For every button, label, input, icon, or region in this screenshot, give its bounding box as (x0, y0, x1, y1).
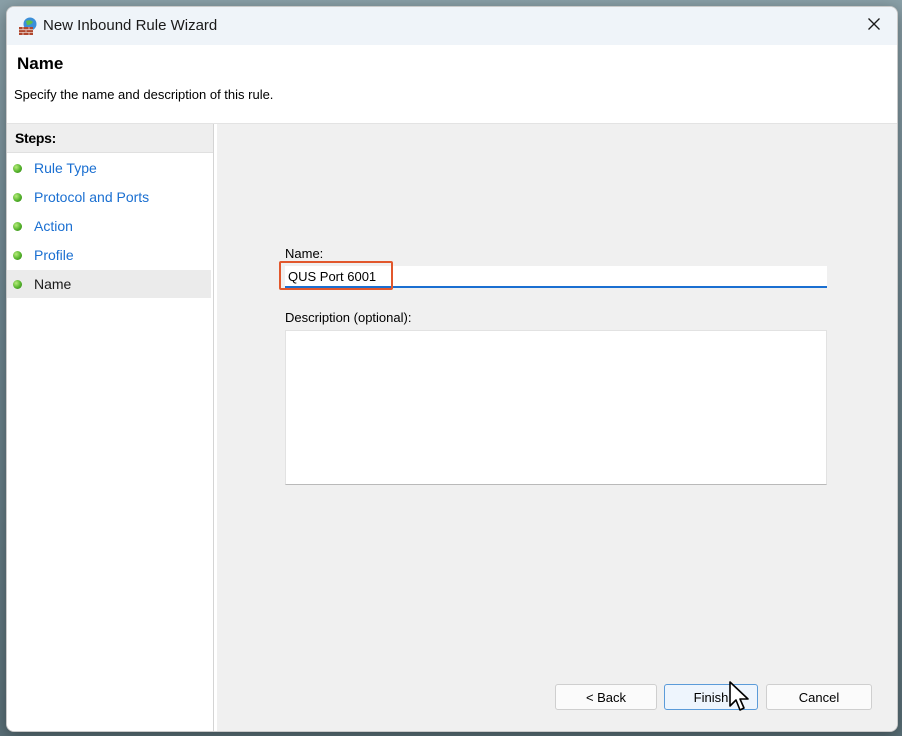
step-rule-type[interactable]: Rule Type (7, 154, 211, 182)
steps-panel: Steps: Rule Type Protocol and Ports Acti… (7, 124, 214, 731)
step-label[interactable]: Profile (34, 247, 74, 263)
step-label: Name (34, 276, 72, 292)
steps-header: Steps: (7, 124, 213, 153)
close-button[interactable] (851, 7, 897, 45)
steps-heading: Steps: (15, 130, 56, 146)
name-input[interactable] (285, 266, 827, 288)
step-complete-icon (13, 164, 22, 173)
cancel-button[interactable]: Cancel (766, 684, 872, 710)
step-complete-icon (13, 222, 22, 231)
step-label[interactable]: Rule Type (34, 160, 97, 176)
wizard-header: Name Specify the name and description of… (7, 45, 897, 124)
step-profile[interactable]: Profile (7, 241, 211, 269)
title-bar: New Inbound Rule Wizard (7, 7, 897, 45)
step-complete-icon (13, 193, 22, 202)
window-title: New Inbound Rule Wizard (43, 17, 218, 34)
step-label[interactable]: Action (34, 218, 73, 234)
page-title: Name (17, 54, 64, 73)
wizard-window: New Inbound Rule Wizard Name Specify the… (6, 6, 898, 732)
mouse-pointer-icon (728, 680, 750, 714)
firewall-icon (18, 16, 38, 36)
close-icon (867, 17, 881, 36)
step-protocol-and-ports[interactable]: Protocol and Ports (7, 183, 211, 211)
step-label[interactable]: Protocol and Ports (34, 189, 149, 205)
step-name: Name (7, 270, 211, 298)
description-input[interactable] (285, 330, 827, 485)
page-subtitle: Specify the name and description of this… (14, 87, 274, 102)
step-action[interactable]: Action (7, 212, 211, 240)
content-panel: Name: Description (optional): < Back Fin… (217, 124, 897, 731)
name-label: Name: (285, 246, 324, 261)
back-button[interactable]: < Back (555, 684, 657, 710)
step-current-icon (13, 280, 22, 289)
step-complete-icon (13, 251, 22, 260)
description-label: Description (optional): (285, 310, 412, 325)
